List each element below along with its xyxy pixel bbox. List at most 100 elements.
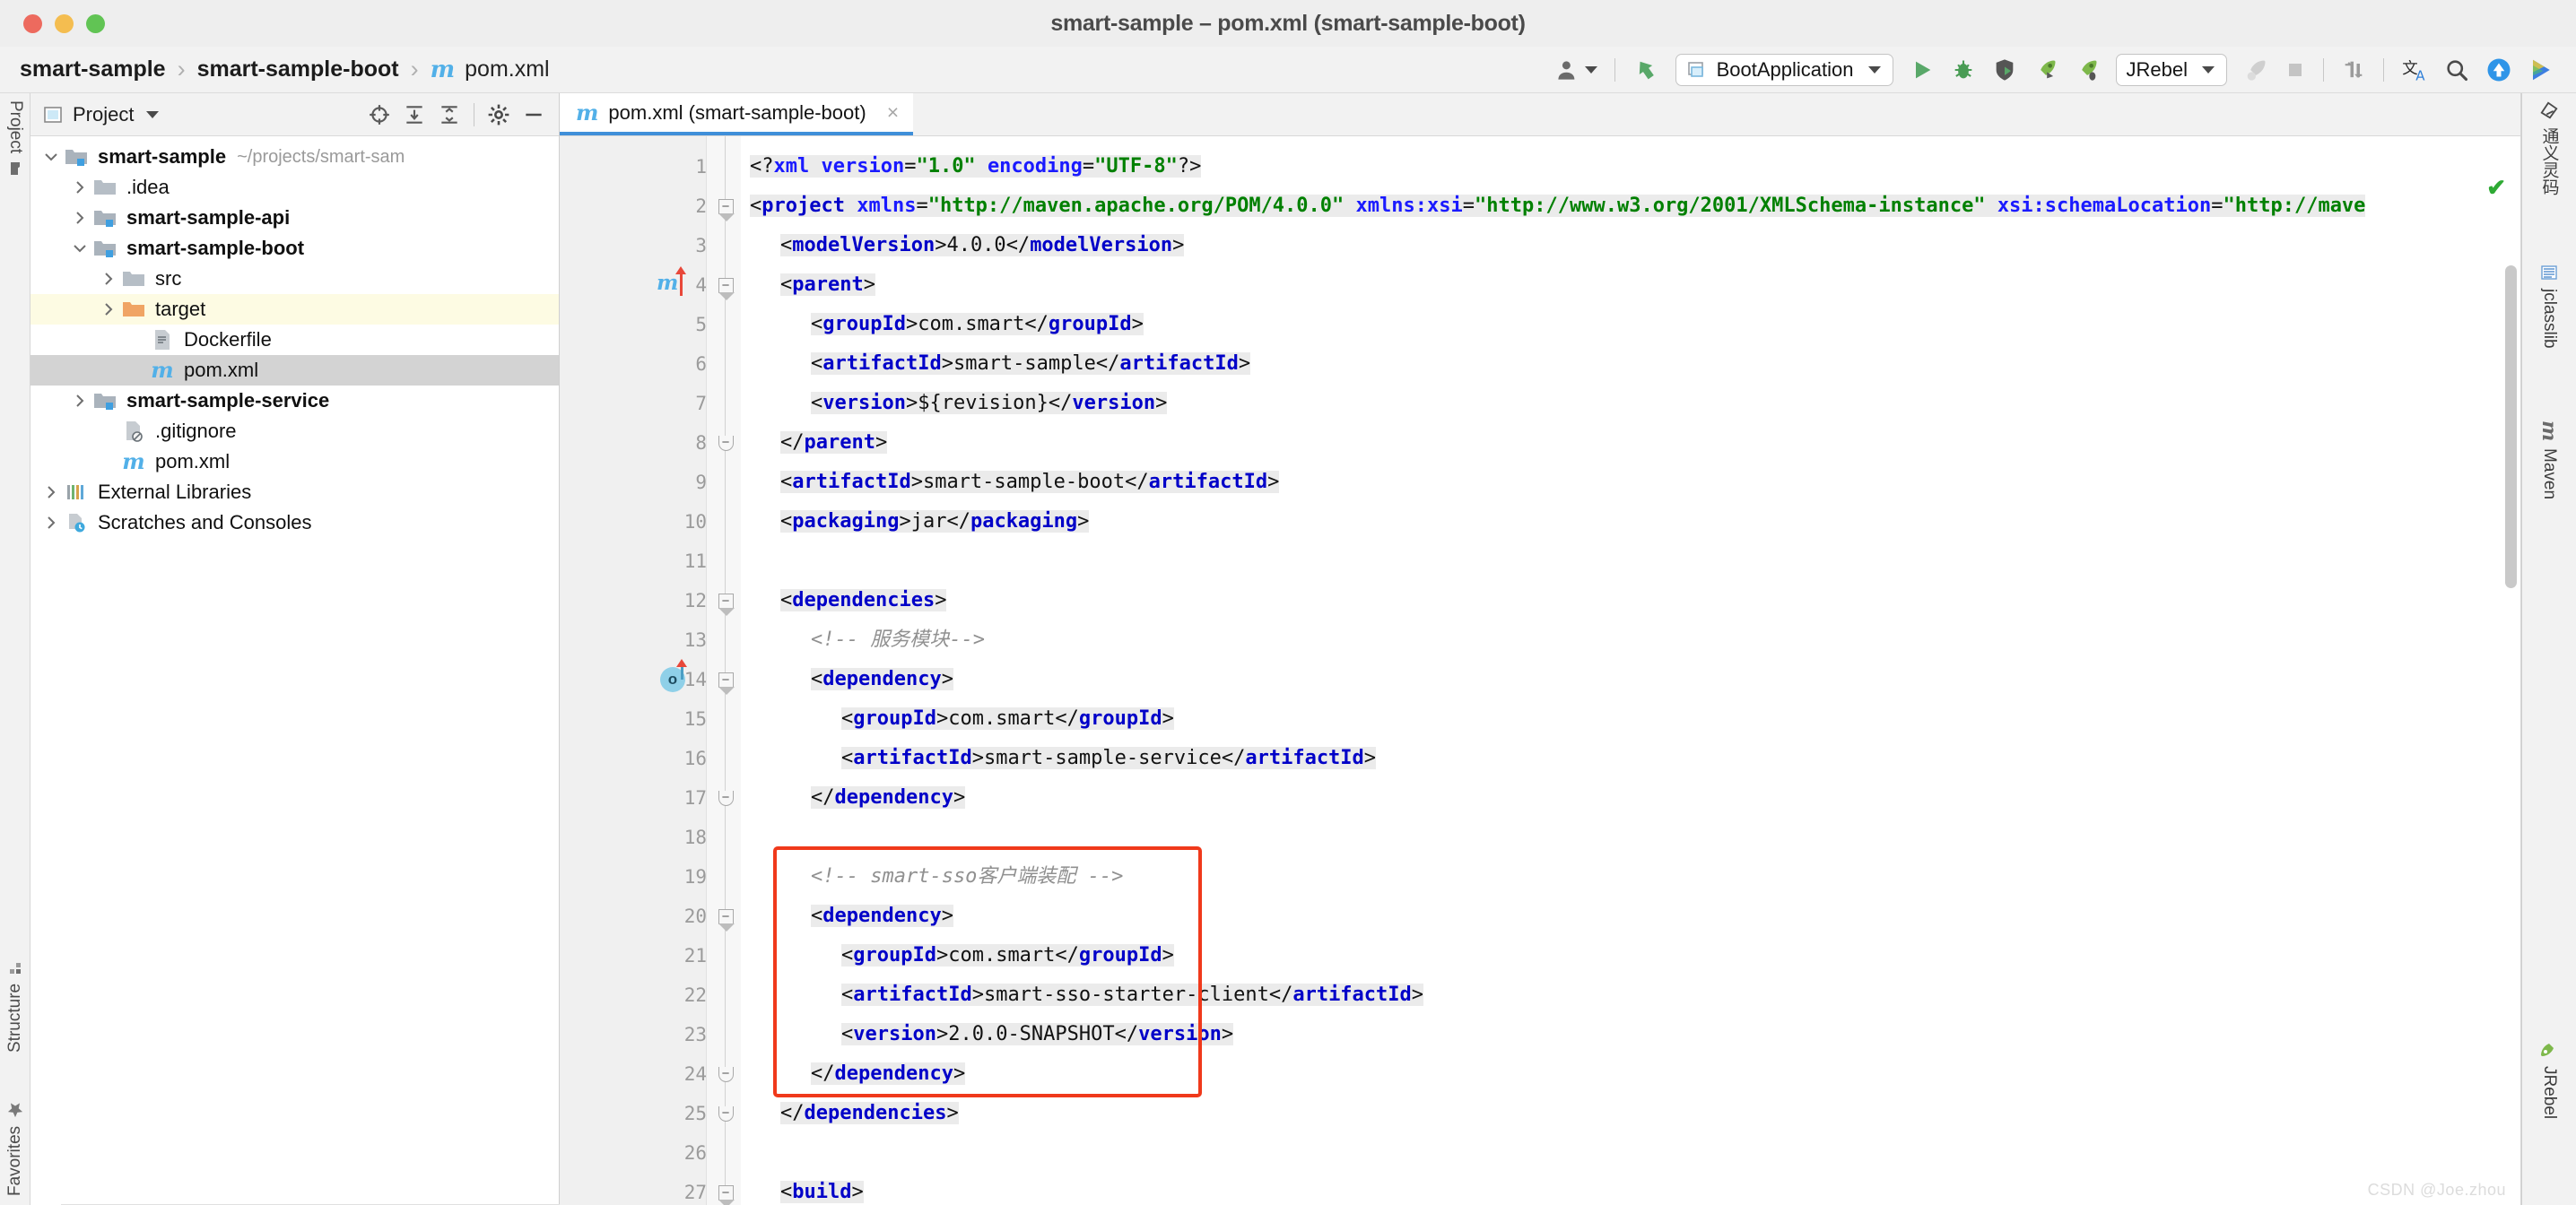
breadcrumb-item-file[interactable]: pom.xml: [465, 56, 549, 82]
settings-gear-icon[interactable]: [483, 99, 515, 131]
code-line[interactable]: <groupId>com.smart</groupId>: [841, 936, 1174, 975]
tree-node-smart-sample-service[interactable]: smart-sample-service: [30, 386, 559, 416]
chevron-right-icon[interactable]: [68, 180, 91, 195]
tool-window-button-favorites[interactable]: Favorites: [0, 1044, 30, 1196]
code-line[interactable]: </dependencies>: [780, 1094, 959, 1133]
search-everywhere-button[interactable]: [2436, 47, 2477, 93]
tool-window-button-structure[interactable]: Structure: [0, 909, 30, 1053]
tree-node-smart-sample-api[interactable]: smart-sample-api: [30, 203, 559, 233]
code-line[interactable]: </dependency>: [811, 778, 966, 818]
chevron-down-icon[interactable]: [68, 241, 91, 256]
chevron-right-icon[interactable]: [97, 302, 120, 316]
code-line[interactable]: <!-- 服务模块-->: [811, 620, 985, 660]
tree-node-pom-xml[interactable]: m pom.xml: [30, 446, 559, 477]
tree-node-external-libraries[interactable]: External Libraries: [30, 477, 559, 507]
maven-m-icon[interactable]: m: [657, 271, 678, 295]
jrebel-config-selector[interactable]: JRebel: [2108, 47, 2235, 93]
compare-button[interactable]: [2333, 47, 2374, 93]
code-line[interactable]: <groupId>com.smart</groupId>: [841, 699, 1174, 739]
code-line[interactable]: <version>2.0.0-SNAPSHOT</version>: [841, 1015, 1234, 1054]
fold-end-marker[interactable]: −: [717, 423, 735, 463]
editor-tab-pom-xml[interactable]: m pom.xml (smart-sample-boot) ×: [560, 93, 914, 135]
fold-region-toggle[interactable]: −: [717, 265, 735, 305]
breadcrumb-item-module[interactable]: smart-sample-boot: [197, 56, 399, 82]
code-line[interactable]: <!-- smart-sso客户端装配 -->: [811, 857, 1123, 897]
inspection-status-icon[interactable]: ✔: [2486, 174, 2506, 202]
tree-node-pom-xml[interactable]: m pom.xml: [30, 355, 559, 386]
project-tree[interactable]: smart-sample ~/projects/smart-sam .idea sma…: [30, 136, 559, 538]
fold-region-toggle[interactable]: −: [717, 1173, 735, 1205]
code-line[interactable]: <artifactId>smart-sample</artifactId>: [811, 344, 1251, 384]
rocket-bug-icon: [2081, 60, 2097, 81]
run-button[interactable]: [1902, 47, 1943, 93]
collapse-all-icon[interactable]: [433, 99, 466, 131]
translate-button[interactable]: 文 A: [2393, 47, 2436, 93]
code-line[interactable]: <artifactId>smart-sso-starter-client</ar…: [841, 975, 1424, 1015]
tree-node-smart-sample[interactable]: smart-sample ~/projects/smart-sam: [30, 142, 559, 172]
code-line[interactable]: </dependency>: [811, 1054, 966, 1094]
breadcrumb-item-project[interactable]: smart-sample: [20, 56, 166, 82]
chevron-right-icon[interactable]: [97, 272, 120, 286]
code-line[interactable]: <dependency>: [811, 660, 953, 699]
hide-panel-icon[interactable]: [518, 99, 550, 131]
chevron-right-icon[interactable]: [68, 211, 91, 225]
tongyi-button[interactable]: [2520, 47, 2563, 93]
code-line[interactable]: <build>: [780, 1173, 864, 1205]
upload-button[interactable]: [2477, 47, 2520, 93]
code-line[interactable]: <dependency>: [811, 897, 953, 936]
tool-window-button-tongyi[interactable]: 通义灵码: [2526, 100, 2572, 248]
chevron-down-icon[interactable]: [146, 110, 160, 118]
chevron-right-icon[interactable]: [68, 394, 91, 408]
tree-node-dockerfile[interactable]: Dockerfile: [30, 325, 559, 355]
fold-end-marker[interactable]: −: [717, 1054, 735, 1094]
tree-node-src[interactable]: src: [30, 264, 559, 294]
fold-region-toggle[interactable]: −: [717, 897, 735, 936]
fold-end-marker[interactable]: −: [717, 778, 735, 818]
code-line[interactable]: <dependencies>: [780, 581, 947, 620]
tool-window-button-jclasslib[interactable]: jclasslib: [2526, 264, 2572, 407]
tool-window-button-jrebel[interactable]: JRebel: [2526, 1037, 2572, 1194]
close-icon[interactable]: ×: [887, 100, 899, 125]
tree-node-idea[interactable]: .idea: [30, 172, 559, 203]
select-opened-file-icon[interactable]: [363, 99, 396, 131]
tree-node-gitignore[interactable]: .gitignore: [30, 416, 559, 446]
chevron-right-icon[interactable]: [39, 485, 63, 499]
update-project-button[interactable]: [1624, 47, 1667, 93]
tree-node-scratches-and-consoles[interactable]: Scratches and Consoles: [30, 507, 559, 538]
code-line[interactable]: <groupId>com.smart</groupId>: [811, 305, 1144, 344]
fold-region-toggle[interactable]: −: [717, 581, 735, 620]
fold-region-toggle[interactable]: −: [717, 660, 735, 699]
code-line[interactable]: <artifactId>smart-sample-service</artifa…: [841, 739, 1377, 778]
code-content[interactable]: <?xml version="1.0" encoding="UTF-8"?> <p…: [750, 136, 2520, 1205]
tool-window-button-maven[interactable]: m Maven: [2526, 420, 2572, 533]
code-folding-column[interactable]: − − − − − − − − − −: [707, 136, 741, 1205]
code-line[interactable]: <project xmlns="http://maven.apache.org/…: [750, 186, 2366, 226]
code-line[interactable]: </parent>: [780, 423, 888, 463]
fold-region-toggle[interactable]: −: [717, 186, 735, 226]
debug-button[interactable]: [1943, 47, 1984, 93]
code-viewport[interactable]: 1 2 3 4 5 6 7 8 9 10 11 12 13 14 15 16 17 18 19 20 21 22 23 24 2…: [560, 136, 2520, 1205]
code-line[interactable]: <modelVersion>4.0.0</modelVersion>: [780, 226, 1185, 265]
chevron-down-icon[interactable]: [39, 150, 63, 164]
run-configuration-selector[interactable]: BootApplication: [1667, 47, 1902, 93]
navigation-bar: smart-sample › smart-sample-boot › m pom…: [0, 47, 2576, 93]
expand-all-icon[interactable]: [398, 99, 431, 131]
chevron-right-icon[interactable]: [39, 516, 63, 530]
code-line[interactable]: <version>${revision}</version>: [811, 384, 1168, 423]
code-line[interactable]: <packaging>jar</packaging>: [780, 502, 1090, 542]
tool-window-button-project[interactable]: Project: [0, 100, 30, 217]
user-account-dropdown[interactable]: [1547, 47, 1606, 93]
fold-end-marker[interactable]: −: [717, 1094, 735, 1133]
run-with-coverage-button[interactable]: [1984, 47, 2025, 93]
jrebel-run-button[interactable]: [2025, 47, 2067, 93]
jrebel-debug-button[interactable]: [2067, 47, 2108, 93]
code-line[interactable]: <?xml version="1.0" encoding="UTF-8"?>: [750, 147, 1202, 186]
tree-node-target[interactable]: target: [30, 294, 559, 325]
tree-node-smart-sample-boot[interactable]: smart-sample-boot: [30, 233, 559, 264]
code-line[interactable]: <parent>: [780, 265, 875, 305]
breadcrumb[interactable]: smart-sample › smart-sample-boot › m pom…: [0, 56, 550, 83]
jclasslib-tab-label: jclasslib: [2540, 289, 2559, 349]
editor-scrollbar[interactable]: [2501, 179, 2520, 1205]
scrollbar-thumb[interactable]: [2505, 265, 2517, 588]
code-line[interactable]: <artifactId>smart-sample-boot</artifactI…: [780, 463, 1280, 502]
